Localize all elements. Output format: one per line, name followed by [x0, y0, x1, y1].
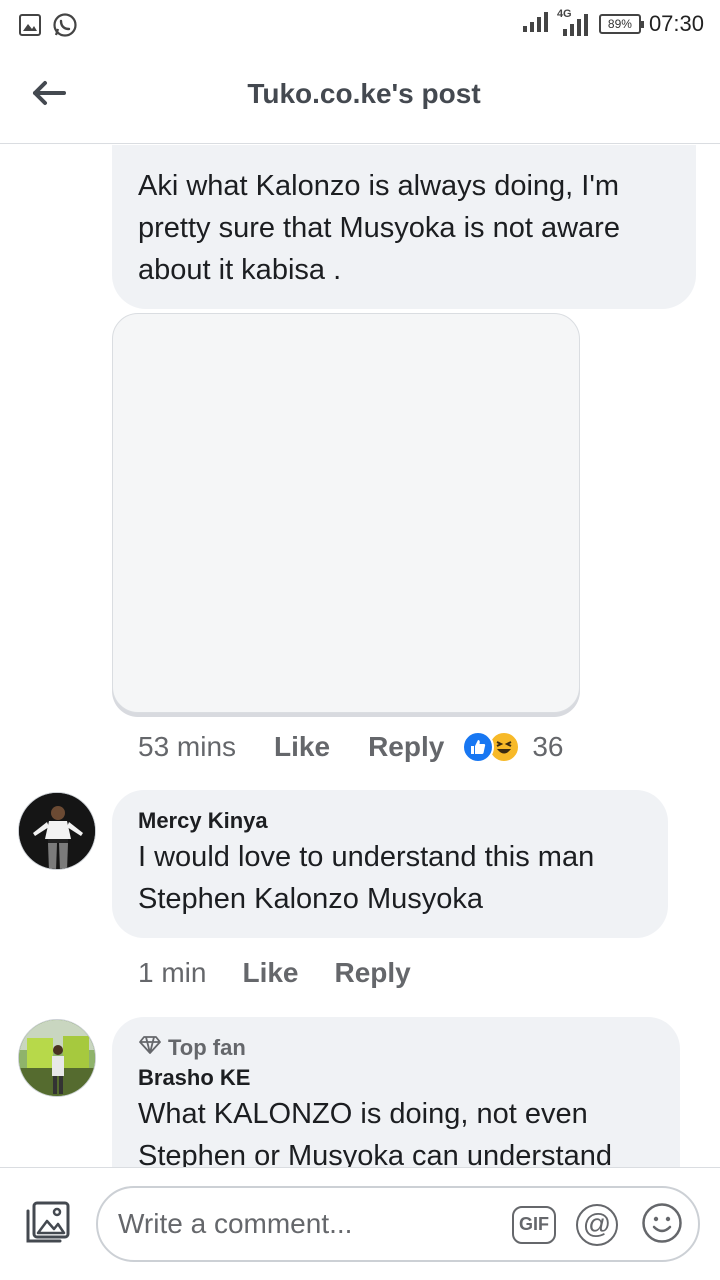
whatsapp-icon [52, 12, 78, 43]
comment-actions: 53 mins Like Reply 36 [138, 727, 563, 767]
comment-composer: Write a comment... GIF @ [0, 1167, 720, 1280]
top-fan-label: Top fan [168, 1035, 246, 1060]
reply-button[interactable]: Reply [368, 731, 444, 763]
comment-text: What KALONZO is doing, not even Stephen … [138, 1098, 612, 1167]
gallery-icon [18, 13, 42, 42]
comment-text: Aki what Kalonzo is always doing, I'm pr… [138, 170, 620, 286]
comment-input-placeholder: Write a comment... [118, 1208, 353, 1239]
status-bar-right: 4G 89% 07:30 [521, 8, 704, 38]
page-title: Tuko.co.ke's post [247, 78, 481, 109]
comment-attached-image[interactable] [112, 313, 580, 713]
comment-text: I would love to understand this man Step… [138, 841, 595, 915]
comment-bubble: Mercy Kinya I would love to understand t… [112, 790, 668, 938]
reply-button[interactable]: Reply [335, 957, 411, 989]
like-reaction-icon [462, 731, 495, 763]
status-bar: 4G 89% 07:30 [0, 0, 720, 50]
top-fan-badge: Top fan [138, 1033, 658, 1063]
smiley-icon [641, 1202, 683, 1249]
app-header: Tuko.co.ke's post [0, 50, 720, 144]
photo-gallery-icon [24, 1199, 72, 1250]
comment-bubble: Top fan Brasho KE What KALONZO is doing,… [112, 1017, 680, 1167]
battery-icon: 89% [598, 14, 644, 34]
status-bar-left [18, 12, 78, 43]
emoji-button[interactable] [641, 1202, 683, 1249]
mention-button[interactable]: @ [576, 1204, 618, 1246]
reaction-count: 36 [532, 731, 564, 762]
network-type: 4G [556, 8, 572, 20]
avatar[interactable] [18, 1019, 96, 1097]
reactions-summary[interactable]: 36 [462, 731, 563, 763]
comments-feed[interactable]: Aki what Kalonzo is always doing, I'm pr… [0, 145, 720, 1167]
diamond-icon [138, 1033, 162, 1063]
comment-timestamp: 53 mins [138, 731, 237, 762]
like-button[interactable]: Like [242, 957, 298, 989]
avatar[interactable] [18, 792, 96, 870]
signal-icon [521, 11, 549, 38]
comment-bubble: Aki what Kalonzo is always doing, I'm pr… [112, 145, 696, 309]
comment-author[interactable]: Brasho KE [138, 1063, 658, 1093]
comment-author[interactable]: Mercy Kinya [138, 806, 646, 836]
add-photo-button[interactable] [24, 1200, 72, 1248]
like-button[interactable]: Like [274, 731, 330, 763]
gif-button[interactable]: GIF [512, 1206, 556, 1244]
comment-actions: 1 min Like Reply [138, 953, 411, 993]
comment-timestamp: 1 min [138, 957, 207, 988]
comment-input[interactable]: Write a comment... GIF @ [96, 1186, 700, 1262]
clock: 07:30 [648, 11, 704, 36]
signal-4g-icon: 4G [556, 8, 591, 38]
